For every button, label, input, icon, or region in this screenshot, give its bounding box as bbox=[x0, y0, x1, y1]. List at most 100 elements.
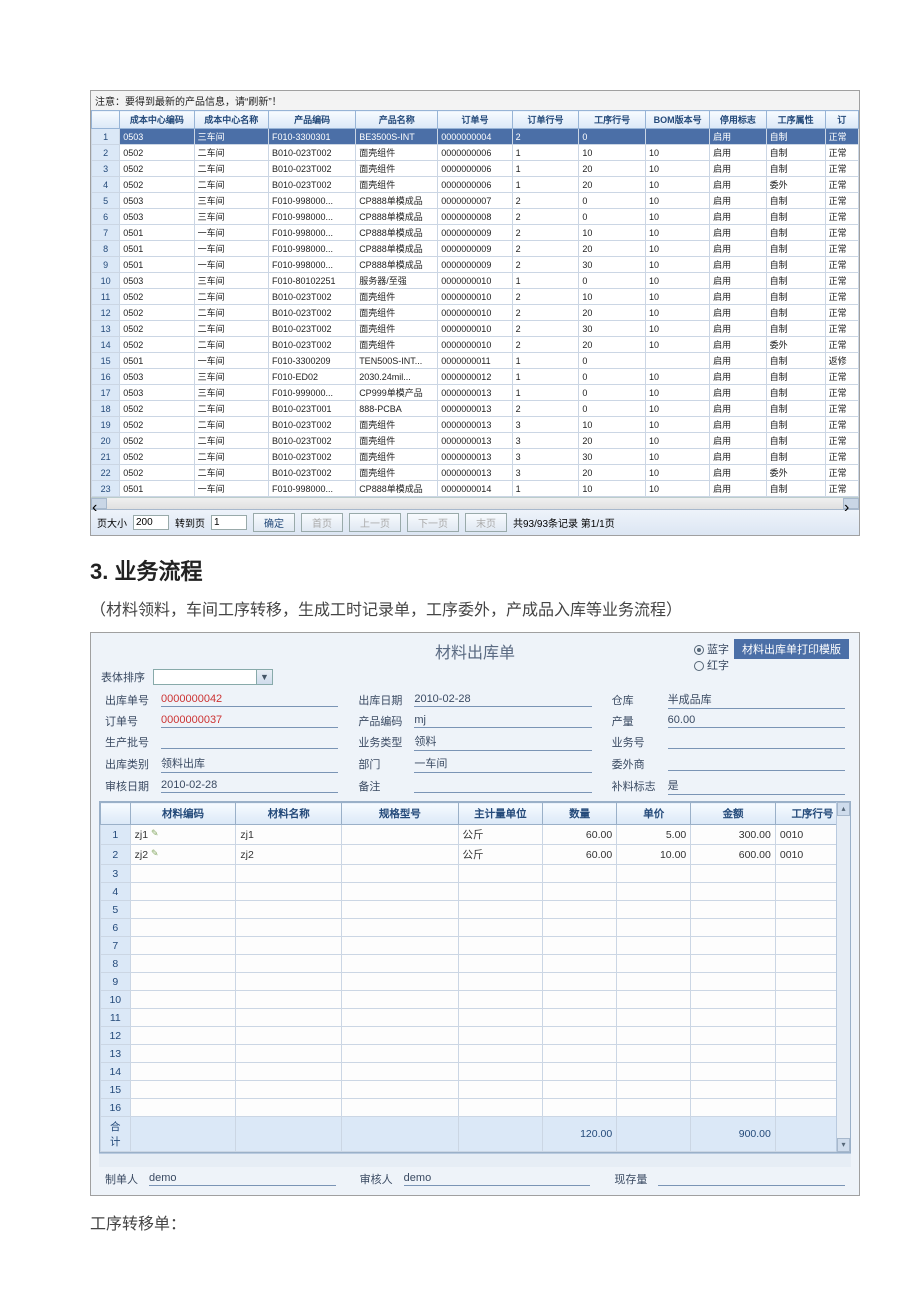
cell[interactable]: 3 bbox=[512, 417, 579, 433]
cell[interactable] bbox=[691, 865, 776, 883]
cell[interactable]: 2 bbox=[512, 241, 579, 257]
biz-no-value[interactable] bbox=[668, 735, 845, 749]
cell[interactable]: 10 bbox=[579, 481, 646, 497]
biz-type-value[interactable]: 领料 bbox=[414, 733, 591, 751]
cell[interactable] bbox=[691, 1099, 776, 1117]
cell[interactable]: 0502 bbox=[120, 449, 194, 465]
cell[interactable] bbox=[691, 955, 776, 973]
cell[interactable]: 0502 bbox=[120, 321, 194, 337]
cell[interactable] bbox=[617, 901, 691, 919]
cell[interactable]: 启用 bbox=[710, 465, 766, 481]
cell[interactable]: 启用 bbox=[710, 129, 766, 145]
cell[interactable]: F010-3300301 bbox=[268, 129, 355, 145]
cell[interactable] bbox=[617, 1063, 691, 1081]
store-value[interactable]: 半成品库 bbox=[668, 691, 845, 709]
cell[interactable] bbox=[458, 901, 543, 919]
cell[interactable] bbox=[342, 1009, 458, 1027]
column-header[interactable] bbox=[92, 111, 120, 129]
cell[interactable]: 正常 bbox=[825, 305, 858, 321]
cell[interactable]: 三车间 bbox=[194, 209, 268, 225]
cell[interactable]: 自制 bbox=[766, 289, 825, 305]
cell[interactable]: 0501 bbox=[120, 353, 194, 369]
cell[interactable] bbox=[130, 1099, 236, 1117]
cell[interactable]: 正常 bbox=[825, 257, 858, 273]
cell[interactable] bbox=[691, 919, 776, 937]
cell[interactable]: 0502 bbox=[120, 401, 194, 417]
cell[interactable]: 2 bbox=[512, 193, 579, 209]
cell[interactable]: CP888单模成品 bbox=[356, 209, 438, 225]
cell[interactable]: 自制 bbox=[766, 353, 825, 369]
cell[interactable]: B010-023T001 bbox=[268, 401, 355, 417]
cell[interactable]: 2 bbox=[512, 257, 579, 273]
table-row[interactable]: 180502二车间B010-023T001888-PCBA00000000132… bbox=[92, 401, 859, 417]
cell[interactable]: 正常 bbox=[825, 209, 858, 225]
cell[interactable] bbox=[130, 1081, 236, 1099]
dept-value[interactable]: 一车间 bbox=[414, 755, 591, 773]
cell[interactable]: 0000000006 bbox=[438, 145, 512, 161]
cell[interactable]: 10 bbox=[579, 289, 646, 305]
cell[interactable] bbox=[458, 1099, 543, 1117]
cell[interactable]: 0000000008 bbox=[438, 209, 512, 225]
cell[interactable]: 60.00 bbox=[543, 825, 617, 845]
cell[interactable]: 1 bbox=[512, 273, 579, 289]
cell[interactable]: 0000000014 bbox=[438, 481, 512, 497]
cell[interactable] bbox=[236, 883, 342, 901]
cell[interactable]: 启用 bbox=[710, 193, 766, 209]
cell[interactable] bbox=[236, 991, 342, 1009]
cell[interactable] bbox=[130, 883, 236, 901]
cell[interactable]: F010-998000... bbox=[268, 193, 355, 209]
cell[interactable]: 一车间 bbox=[194, 225, 268, 241]
cell[interactable] bbox=[646, 129, 710, 145]
first-page-button[interactable]: 首页 bbox=[301, 513, 343, 532]
cell[interactable]: 正常 bbox=[825, 161, 858, 177]
table-row[interactable]: 60503三车间F010-998000...CP888单模成品000000000… bbox=[92, 209, 859, 225]
column-header[interactable]: 产品编码 bbox=[268, 111, 355, 129]
cell[interactable] bbox=[236, 901, 342, 919]
cell[interactable]: 正常 bbox=[825, 273, 858, 289]
red-radio-option[interactable]: 红字 bbox=[694, 657, 729, 673]
prod-code-value[interactable]: mj bbox=[414, 714, 591, 728]
cell[interactable]: 10 bbox=[646, 193, 710, 209]
cell[interactable] bbox=[342, 919, 458, 937]
cell[interactable]: 二车间 bbox=[194, 321, 268, 337]
cell[interactable]: 30 bbox=[579, 321, 646, 337]
table-row[interactable]: 12 bbox=[101, 1027, 850, 1045]
cell[interactable] bbox=[236, 955, 342, 973]
cell[interactable]: 启用 bbox=[710, 417, 766, 433]
cell[interactable]: 0503 bbox=[120, 129, 194, 145]
page-size-input[interactable] bbox=[133, 515, 169, 530]
cell[interactable]: 0502 bbox=[120, 417, 194, 433]
cell[interactable] bbox=[342, 1099, 458, 1117]
cell[interactable] bbox=[543, 1063, 617, 1081]
supply-value[interactable]: 是 bbox=[668, 777, 845, 795]
cell[interactable]: 0000000013 bbox=[438, 385, 512, 401]
cell[interactable]: 0501 bbox=[120, 257, 194, 273]
cell[interactable] bbox=[543, 919, 617, 937]
table-row[interactable]: 40502二车间B010-023T002面壳组件000000000612010启… bbox=[92, 177, 859, 193]
cell[interactable] bbox=[458, 865, 543, 883]
scroll-left-button[interactable]: ‹ bbox=[91, 498, 107, 509]
cell[interactable]: F010-3300209 bbox=[268, 353, 355, 369]
cell[interactable]: B010-023T002 bbox=[268, 289, 355, 305]
cell[interactable] bbox=[342, 937, 458, 955]
scroll-down-button[interactable]: ▾ bbox=[837, 1138, 850, 1152]
cell[interactable] bbox=[617, 1009, 691, 1027]
cell[interactable]: 正常 bbox=[825, 241, 858, 257]
cell[interactable]: CP888单模成品 bbox=[356, 257, 438, 273]
cell[interactable]: 启用 bbox=[710, 273, 766, 289]
cell[interactable]: 0000000013 bbox=[438, 465, 512, 481]
cell[interactable]: 启用 bbox=[710, 369, 766, 385]
cell[interactable] bbox=[458, 973, 543, 991]
cell[interactable]: CP888单模成品 bbox=[356, 225, 438, 241]
cell[interactable] bbox=[342, 955, 458, 973]
ok-button[interactable]: 确定 bbox=[253, 513, 295, 532]
table-row[interactable]: 15 bbox=[101, 1081, 850, 1099]
cell[interactable]: 20 bbox=[579, 161, 646, 177]
cell[interactable]: 启用 bbox=[710, 449, 766, 465]
cell[interactable]: B010-023T002 bbox=[268, 465, 355, 481]
cell[interactable]: 30 bbox=[579, 257, 646, 273]
cell[interactable]: 0000000013 bbox=[438, 433, 512, 449]
cell[interactable]: 正常 bbox=[825, 449, 858, 465]
cell[interactable]: 20 bbox=[579, 241, 646, 257]
cell[interactable] bbox=[130, 955, 236, 973]
